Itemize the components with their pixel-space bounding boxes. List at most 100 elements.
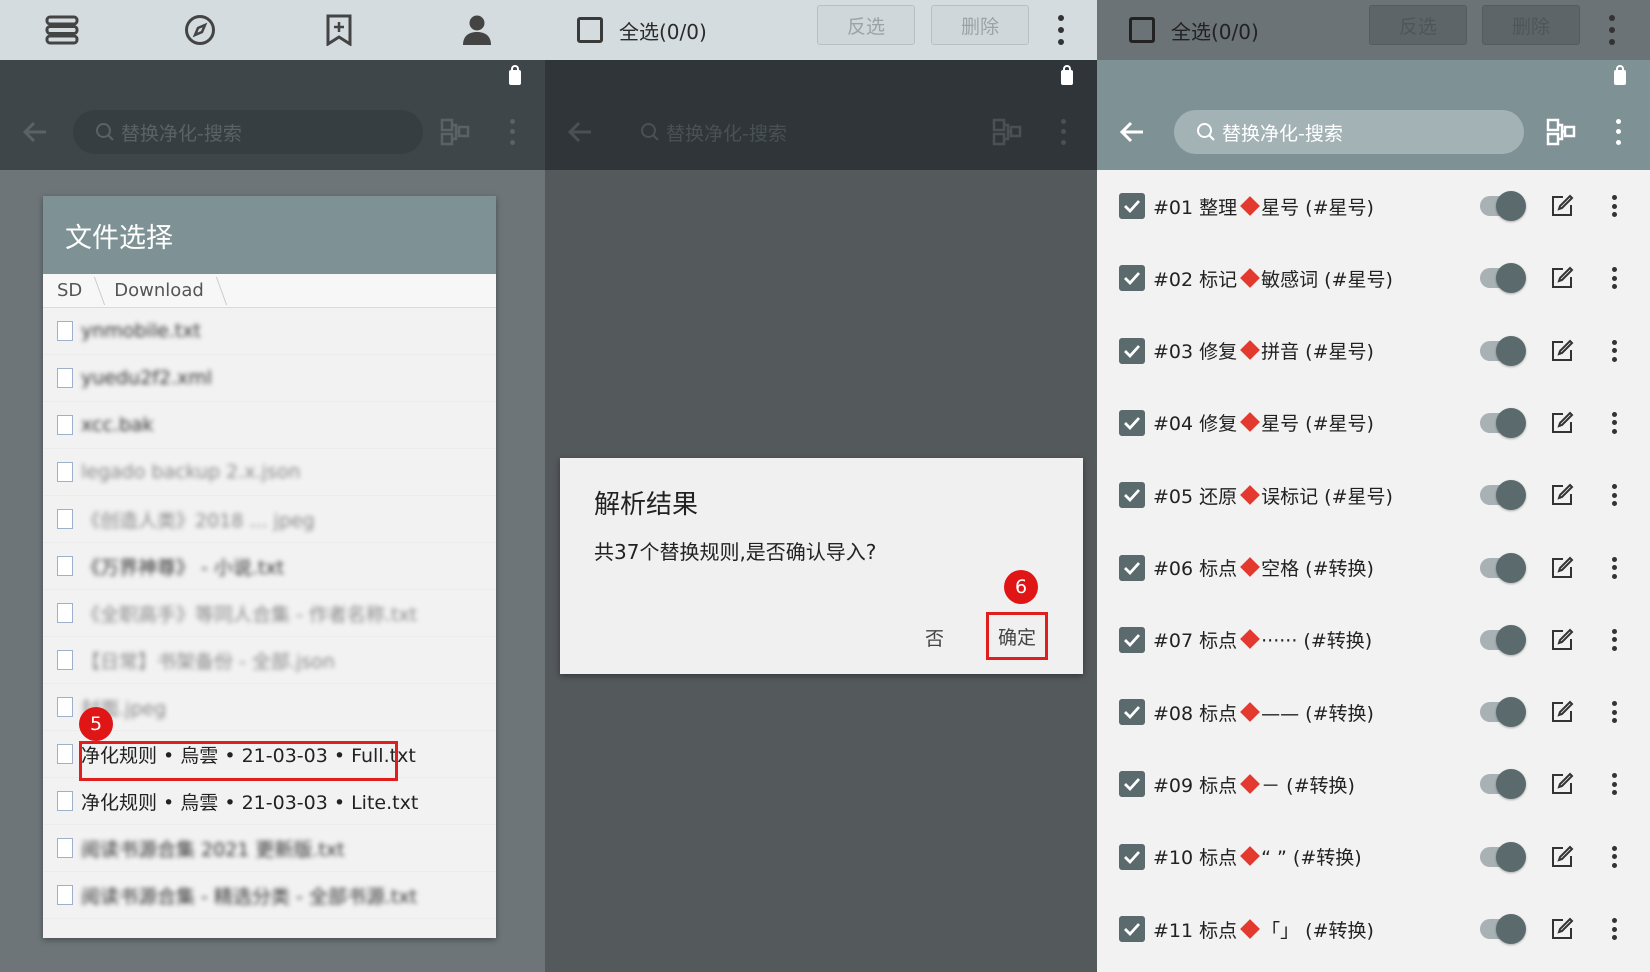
rule-checkbox[interactable] [1119, 409, 1145, 436]
toolbar-more-icon[interactable] [1057, 116, 1069, 148]
no-button[interactable]: 否 [925, 624, 944, 651]
ok-button[interactable]: 确定 [986, 612, 1048, 660]
person-icon[interactable] [455, 8, 499, 52]
delete-button[interactable]: 删除 [1482, 5, 1580, 45]
search-input[interactable]: 替换净化-搜索 [73, 110, 423, 154]
rule-checkbox[interactable] [1119, 193, 1145, 219]
explore-icon[interactable] [178, 8, 222, 52]
rule-enable-switch[interactable] [1480, 191, 1526, 221]
toolbar-more-icon[interactable] [506, 116, 518, 148]
edit-icon[interactable] [1550, 411, 1574, 435]
rule-enable-switch[interactable] [1480, 335, 1526, 366]
bookshelf-icon[interactable] [40, 8, 84, 52]
file-row[interactable]: 阅读书源合集 2021 更新版.txt [43, 825, 496, 872]
more-options-icon[interactable] [1051, 12, 1071, 48]
rule-more-icon[interactable] [1610, 484, 1618, 507]
edit-icon[interactable] [1550, 845, 1574, 869]
file-row[interactable]: xcc.bak [43, 402, 496, 449]
rule-checkbox[interactable] [1119, 265, 1145, 292]
invert-selection-button[interactable]: 反选 [817, 5, 915, 45]
rule-more-icon[interactable] [1610, 773, 1618, 796]
rule-more-icon[interactable] [1610, 918, 1618, 940]
edit-icon[interactable] [1550, 700, 1574, 724]
rule-enable-switch[interactable] [1480, 624, 1526, 655]
breadcrumb-download[interactable]: Download [100, 274, 221, 308]
file-row[interactable]: 《创造人类》2018 ... jpeg [43, 496, 496, 543]
rule-more-icon[interactable] [1610, 195, 1618, 217]
rule-more-icon[interactable] [1610, 411, 1618, 434]
diamond-icon [1240, 773, 1261, 794]
rule-checkbox[interactable] [1119, 916, 1145, 942]
rule-row[interactable]: #11 标点 「」 (#转换) [1097, 893, 1650, 965]
step-badge-5: 5 [79, 707, 113, 741]
delete-button[interactable]: 删除 [931, 5, 1029, 45]
rule-checkbox[interactable] [1119, 626, 1145, 653]
group-tree-icon[interactable] [1545, 116, 1577, 148]
file-row[interactable]: ynmobile.txt [43, 308, 496, 355]
rule-checkbox[interactable] [1119, 843, 1145, 870]
rule-enable-switch[interactable] [1480, 841, 1526, 872]
diamond-icon [1240, 701, 1261, 722]
rule-row[interactable]: #02 标记 敏感词 (#星号) [1097, 242, 1650, 314]
file-row[interactable]: 《万界神尊》 - 小说.txt [43, 543, 496, 590]
select-all-checkbox[interactable] [577, 17, 603, 43]
rule-label: #03 修复 拼音 (#星号) [1153, 337, 1374, 364]
rule-enable-switch[interactable] [1480, 480, 1526, 511]
rule-row[interactable]: #10 标点 “ ” (#转换) [1097, 821, 1650, 893]
rule-more-icon[interactable] [1610, 267, 1618, 290]
search-input[interactable]: 替换净化-搜索 [618, 110, 968, 154]
rule-checkbox[interactable] [1119, 337, 1145, 364]
rule-more-icon[interactable] [1610, 628, 1618, 651]
edit-icon[interactable] [1550, 556, 1574, 580]
rule-enable-switch[interactable] [1480, 552, 1526, 583]
select-all-checkbox[interactable] [1129, 17, 1155, 43]
rule-enable-switch[interactable] [1480, 769, 1526, 800]
edit-icon[interactable] [1550, 194, 1574, 218]
rule-checkbox[interactable] [1119, 699, 1145, 726]
switch-knob [1496, 914, 1526, 944]
rule-row[interactable]: #07 标点 ······ (#转换) [1097, 604, 1650, 676]
rule-row[interactable]: #08 标点 —— (#转换) [1097, 676, 1650, 748]
rule-enable-switch[interactable] [1480, 263, 1526, 294]
rule-row[interactable]: #06 标点 空格 (#转换) [1097, 532, 1650, 604]
file-row[interactable]: 《全职高手》等同人合集 - 作者名称.txt [43, 590, 496, 637]
rule-more-icon[interactable] [1610, 701, 1618, 724]
group-tree-icon[interactable] [991, 116, 1023, 148]
toolbar-more-icon[interactable] [1612, 116, 1624, 148]
breadcrumb-sd[interactable]: SD [43, 274, 100, 308]
file-row[interactable]: legado backup 2.x.json [43, 449, 496, 496]
rule-enable-switch[interactable] [1480, 697, 1526, 728]
rule-row[interactable]: #05 还原 误标记 (#星号) [1097, 459, 1650, 531]
edit-icon[interactable] [1550, 628, 1574, 652]
edit-icon[interactable] [1550, 483, 1574, 507]
search-input[interactable]: 替换净化-搜索 [1174, 110, 1524, 154]
rule-more-icon[interactable] [1610, 845, 1618, 868]
group-tree-icon[interactable] [439, 116, 471, 148]
file-row[interactable]: 【日常】书架备份 - 全部.json [43, 637, 496, 684]
file-row[interactable]: yuedu2f2.xml [43, 355, 496, 402]
edit-icon[interactable] [1550, 772, 1574, 796]
back-arrow-icon[interactable] [1115, 114, 1151, 150]
rule-row[interactable]: #01 整理 星号 (#星号) [1097, 170, 1650, 242]
back-arrow-icon[interactable] [563, 114, 599, 150]
rule-checkbox[interactable] [1119, 482, 1145, 509]
edit-icon[interactable] [1550, 266, 1574, 290]
rule-row[interactable]: #09 标点 － (#转换) [1097, 748, 1650, 820]
rule-checkbox[interactable] [1119, 554, 1145, 581]
rule-checkbox[interactable] [1119, 771, 1145, 798]
file-row[interactable]: 净化规则 • 烏雲 • 21-03-03 • Lite.txt [43, 778, 496, 825]
edit-icon[interactable] [1550, 339, 1574, 363]
rule-more-icon[interactable] [1610, 339, 1618, 362]
back-arrow-icon[interactable] [18, 114, 54, 150]
rule-row[interactable]: #03 修复 拼音 (#星号) [1097, 315, 1650, 387]
bookmark-add-icon[interactable] [317, 8, 361, 52]
bottom-nav-bar [0, 0, 545, 60]
rule-row[interactable]: #04 修复 星号 (#星号) [1097, 387, 1650, 459]
file-row[interactable]: 阅读书源合集 - 精选分类 - 全部书源.txt [43, 872, 496, 919]
rule-more-icon[interactable] [1610, 556, 1618, 579]
edit-icon[interactable] [1550, 917, 1574, 941]
rule-enable-switch[interactable] [1480, 407, 1526, 438]
rule-enable-switch[interactable] [1480, 914, 1526, 944]
invert-selection-button[interactable]: 反选 [1369, 5, 1467, 45]
more-options-icon[interactable] [1602, 12, 1622, 48]
